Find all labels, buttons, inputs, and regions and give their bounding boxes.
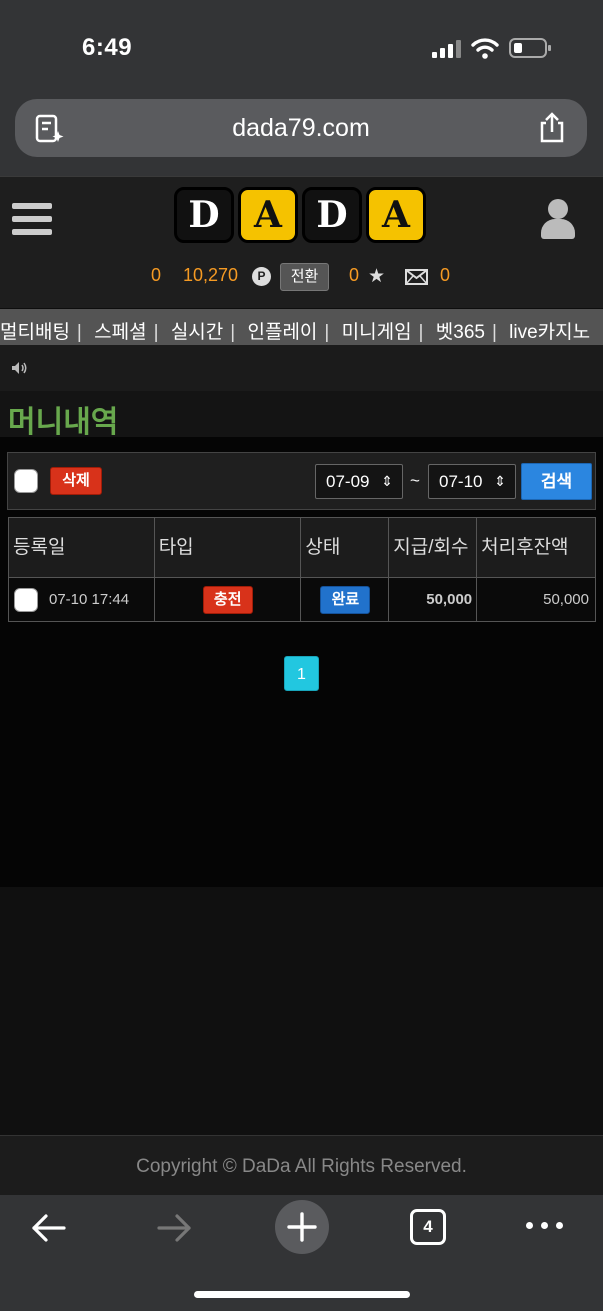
- stars-value: 0: [349, 265, 360, 285]
- status-time: 6:49: [82, 34, 133, 61]
- tabs-icon[interactable]: 4: [410, 1209, 446, 1245]
- user-icon[interactable]: [541, 199, 575, 241]
- page-button-current[interactable]: 1: [284, 656, 319, 691]
- money-history-panel: 삭제 07-09 ⇕ ~ 07-10 ⇕ 검색 등록일 타입 상태 지급/회수 …: [0, 437, 603, 887]
- title-bar: 머니내역: [0, 391, 603, 439]
- table-row: 07-10 17:44 충전 완료 50,000 50,000: [8, 577, 596, 622]
- row-date: 07-10 17:44: [49, 591, 130, 608]
- browser-toolbar: dada79.com: [0, 96, 603, 176]
- url-text[interactable]: dada79.com: [15, 114, 587, 143]
- empty-area: [0, 887, 603, 1135]
- nav-item-bet365[interactable]: 벳365: [436, 322, 485, 343]
- account-info: 0 10,270 P 전환 0 ★ 0: [0, 263, 603, 293]
- select-all-checkbox[interactable]: [14, 469, 38, 493]
- site-logo[interactable]: D A D A: [174, 187, 426, 245]
- new-tab-icon[interactable]: [274, 1199, 330, 1255]
- star-icon: ★: [368, 266, 386, 287]
- date-to-select[interactable]: 07-10 ⇕: [428, 464, 516, 499]
- nav-item-multi[interactable]: 멀티배팅: [0, 322, 70, 343]
- nav-item-casino[interactable]: live카지노: [509, 322, 590, 343]
- type-badge: 충전: [202, 586, 253, 614]
- share-icon[interactable]: [537, 112, 567, 144]
- date-range-separator: ~: [410, 471, 420, 490]
- date-to-value: 07-10: [439, 472, 483, 491]
- header-amount: 지급/회수: [388, 517, 478, 578]
- back-icon[interactable]: [30, 1213, 66, 1243]
- header-type: 타입: [153, 517, 302, 578]
- forward-icon[interactable]: [157, 1213, 193, 1243]
- table-header-row: 등록일 타입 상태 지급/회수 처리후잔액: [8, 517, 596, 578]
- date-from-select[interactable]: 07-09 ⇕: [315, 464, 403, 499]
- notice-bar: [0, 345, 603, 391]
- cell-date: 07-10 17:44: [8, 577, 155, 622]
- menu-icon[interactable]: [12, 203, 52, 237]
- messages-value: 0: [440, 265, 451, 285]
- game-nav: 멀티배팅 | 스페셜 | 실시간 | 인플레이 | 미니게임 | 벳365 | live카지…: [0, 309, 603, 345]
- cell-amount: 50,000: [388, 577, 478, 622]
- site-footer: Copyright © DaDa All Rights Reserved.: [0, 1135, 603, 1195]
- delete-button[interactable]: 삭제: [50, 467, 102, 495]
- battery-icon: [509, 38, 551, 58]
- home-indicator: [194, 1291, 410, 1298]
- nav-item-special[interactable]: 스페셜: [94, 322, 146, 343]
- cell-type: 충전: [153, 577, 302, 622]
- nav-item-minigame[interactable]: 미니게임: [342, 322, 412, 343]
- logo-letter: D: [302, 187, 362, 243]
- row-checkbox[interactable]: [14, 588, 38, 612]
- browser-bottom-bar: 4: [0, 1195, 603, 1311]
- logo-letter: D: [174, 187, 234, 243]
- points-value: 10,270: [183, 265, 239, 285]
- search-button[interactable]: 검색: [521, 463, 592, 500]
- url-bar[interactable]: dada79.com: [15, 99, 587, 157]
- header-status: 상태: [300, 517, 390, 578]
- header-date: 등록일: [8, 517, 155, 578]
- more-icon[interactable]: [526, 1215, 566, 1235]
- money-value: 0: [151, 265, 162, 285]
- status-badge: 완료: [320, 586, 371, 614]
- logo-letter: A: [366, 187, 426, 243]
- cell-balance: 50,000: [476, 577, 596, 622]
- page-title: 머니내역: [8, 406, 119, 439]
- copyright-text: Copyright © DaDa All Rights Reserved.: [136, 1156, 467, 1177]
- updown-icon: ⇕: [381, 473, 393, 489]
- cell-status: 완료: [300, 577, 390, 622]
- site-header: D A D A 0 10,270 P 전환 0 ★ 0: [0, 176, 603, 308]
- money-history-table: 등록일 타입 상태 지급/회수 처리후잔액 07-10 17:44 충전 완료 …: [8, 517, 596, 622]
- wifi-icon: [471, 38, 499, 59]
- header-balance: 처리후잔액: [476, 517, 596, 578]
- mail-icon[interactable]: [405, 269, 428, 285]
- signal-icon: [432, 40, 462, 58]
- nav-item-live[interactable]: 실시간: [171, 322, 223, 343]
- status-bar: 6:49: [0, 0, 603, 96]
- point-badge-icon: P: [252, 267, 271, 286]
- filter-toolbar: 삭제 07-09 ⇕ ~ 07-10 ⇕ 검색: [7, 452, 596, 510]
- updown-icon: ⇕: [494, 473, 506, 489]
- convert-button[interactable]: 전환: [280, 263, 329, 291]
- speaker-icon: [12, 362, 27, 374]
- nav-item-inplay[interactable]: 인플레이: [247, 322, 317, 343]
- date-from-value: 07-09: [326, 472, 370, 491]
- logo-letter: A: [238, 187, 298, 243]
